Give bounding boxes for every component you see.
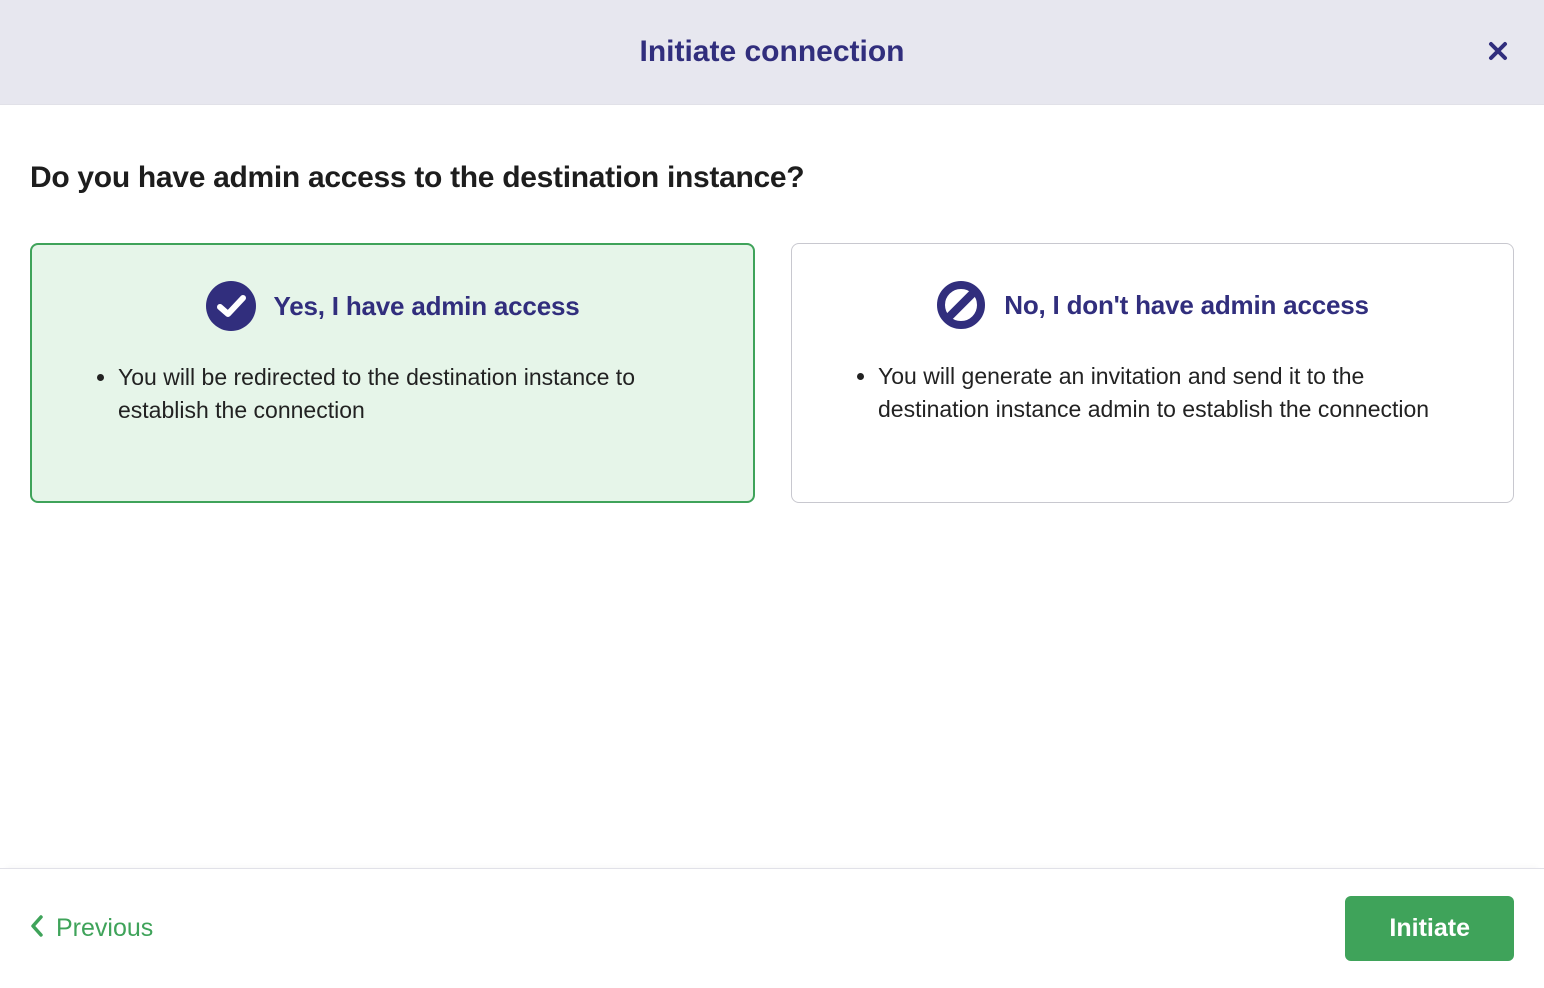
option-cards: Yes, I have admin access You will be red… [30,243,1514,503]
chevron-left-icon [30,915,44,943]
close-icon [1488,35,1508,68]
modal-title: Initiate connection [639,35,904,69]
option-no-title: No, I don't have admin access [1004,290,1369,321]
admin-access-question: Do you have admin access to the destinat… [30,161,1514,195]
option-no-card[interactable]: No, I don't have admin access You will g… [791,243,1514,503]
initiate-button[interactable]: Initiate [1345,896,1514,961]
option-yes-bullets: You will be redirected to the destinatio… [62,361,723,428]
prohibited-icon [936,280,986,330]
option-yes-title: Yes, I have admin access [274,291,580,322]
check-circle-icon [206,281,256,331]
modal-header: Initiate connection [0,0,1544,105]
option-yes-head: Yes, I have admin access [62,281,723,331]
previous-label: Previous [56,914,153,943]
initiate-label: Initiate [1389,914,1470,942]
option-no-bullets: You will generate an invitation and send… [822,360,1483,427]
option-no-head: No, I don't have admin access [822,280,1483,330]
previous-button[interactable]: Previous [30,914,153,943]
option-yes-card[interactable]: Yes, I have admin access You will be red… [30,243,755,503]
option-yes-bullet: You will be redirected to the destinatio… [118,361,703,428]
option-no-bullet: You will generate an invitation and send… [878,360,1463,427]
modal-body: Do you have admin access to the destinat… [0,105,1544,868]
modal-footer: Previous Initiate [0,868,1544,988]
close-button[interactable] [1488,37,1508,67]
